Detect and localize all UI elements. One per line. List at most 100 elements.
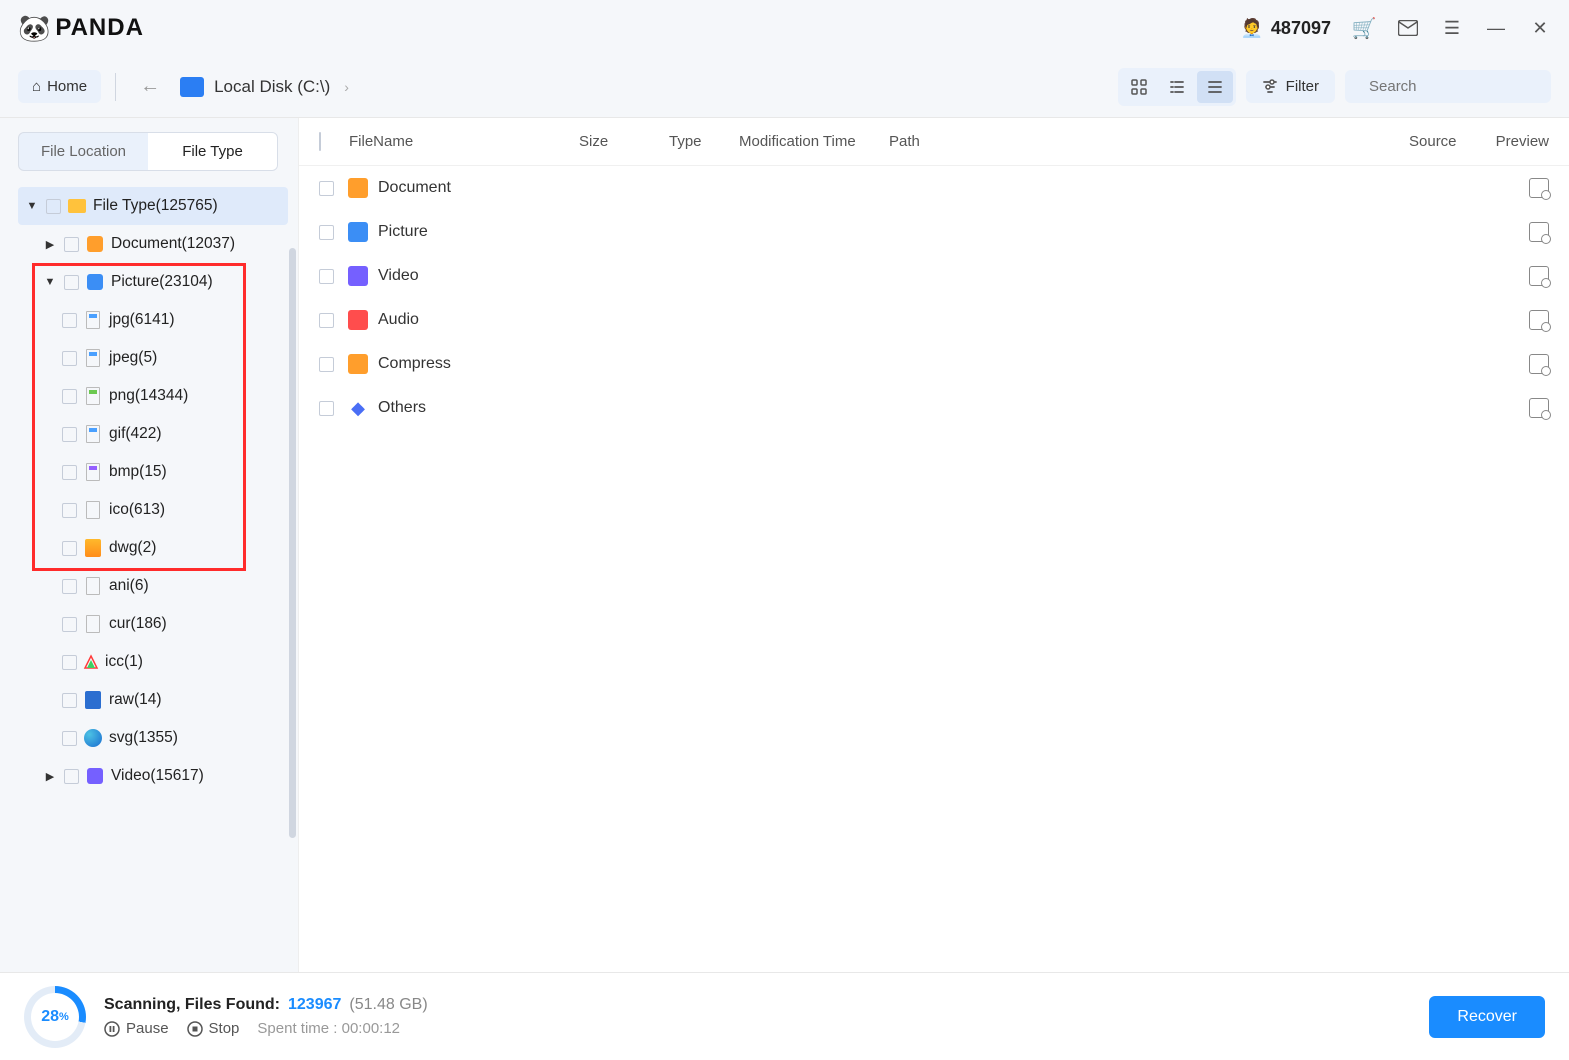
preview-button[interactable]: [1529, 354, 1549, 374]
checkbox[interactable]: [62, 427, 77, 442]
view-details-button[interactable]: [1197, 71, 1233, 103]
category-compress[interactable]: Compress: [299, 342, 1569, 386]
col-size[interactable]: Size: [579, 133, 669, 150]
select-all-checkbox[interactable]: [319, 132, 321, 151]
checkbox[interactable]: [62, 655, 77, 670]
stop-button[interactable]: Stop: [187, 1020, 240, 1037]
tree-leaf-jpg[interactable]: jpg(6141): [18, 301, 288, 339]
tree-leaf-gif[interactable]: gif(422): [18, 415, 288, 453]
tab-file-location[interactable]: File Location: [19, 133, 148, 170]
tree-leaf-png[interactable]: png(14344): [18, 377, 288, 415]
col-filename[interactable]: FileName: [349, 133, 579, 150]
tree-leaf-jpeg[interactable]: jpeg(5): [18, 339, 288, 377]
pause-button[interactable]: Pause: [104, 1020, 169, 1037]
cart-icon[interactable]: 🛒: [1353, 17, 1375, 39]
view-list-button[interactable]: [1159, 71, 1195, 103]
filter-button[interactable]: Filter: [1246, 70, 1335, 103]
checkbox[interactable]: [64, 769, 79, 784]
home-button[interactable]: ⌂ Home: [18, 70, 101, 103]
document-icon: [85, 234, 105, 254]
search-input[interactable]: [1369, 78, 1568, 95]
checkbox[interactable]: [319, 269, 334, 284]
col-source[interactable]: Source: [1409, 133, 1489, 150]
tree-leaf-svg[interactable]: svg(1355): [18, 719, 288, 757]
tree-label: bmp(15): [109, 463, 167, 481]
recover-button[interactable]: Recover: [1429, 996, 1545, 1038]
checkbox[interactable]: [62, 579, 77, 594]
filter-label: Filter: [1286, 78, 1319, 95]
category-label: Others: [378, 399, 426, 417]
category-label: Audio: [378, 311, 419, 329]
checkbox[interactable]: [319, 313, 334, 328]
layers-icon: ◆: [348, 398, 368, 418]
checkbox[interactable]: [319, 181, 334, 196]
category-others[interactable]: ◆ Others: [299, 386, 1569, 430]
back-button[interactable]: ←: [130, 69, 170, 104]
preview-button[interactable]: [1529, 310, 1549, 330]
panda-icon: 🐼: [18, 13, 51, 44]
breadcrumb[interactable]: Local Disk (C:\) ›: [180, 77, 349, 97]
caret-right-icon[interactable]: ▶: [42, 238, 58, 251]
col-type[interactable]: Type: [669, 133, 739, 150]
caret-right-icon[interactable]: ▶: [42, 770, 58, 783]
checkbox[interactable]: [64, 237, 79, 252]
checkbox[interactable]: [62, 313, 77, 328]
tab-file-type[interactable]: File Type: [148, 133, 277, 170]
category-video[interactable]: Video: [299, 254, 1569, 298]
checkbox[interactable]: [62, 389, 77, 404]
checkbox[interactable]: [62, 617, 77, 632]
caret-down-icon[interactable]: ▼: [42, 276, 58, 288]
category-picture[interactable]: Picture: [299, 210, 1569, 254]
checkbox[interactable]: [64, 275, 79, 290]
checkbox[interactable]: [319, 225, 334, 240]
caret-down-icon[interactable]: ▼: [24, 200, 40, 212]
user-badge[interactable]: 🧑‍💼 487097: [1241, 18, 1332, 39]
file-icon: [83, 348, 103, 368]
tree-node-picture[interactable]: ▼ Picture(23104): [18, 263, 288, 301]
checkbox[interactable]: [62, 693, 77, 708]
tree-leaf-dwg[interactable]: dwg(2): [18, 529, 288, 567]
checkbox[interactable]: [319, 357, 334, 372]
tree-leaf-raw[interactable]: raw(14): [18, 681, 288, 719]
col-path[interactable]: Path: [889, 133, 1409, 150]
preview-button[interactable]: [1529, 266, 1549, 286]
audio-icon: [348, 310, 368, 330]
close-icon[interactable]: ✕: [1529, 17, 1551, 39]
tree-label: Document(12037): [111, 235, 235, 253]
search-box[interactable]: [1345, 70, 1551, 103]
tree-leaf-ani[interactable]: ani(6): [18, 567, 288, 605]
checkbox[interactable]: [62, 465, 77, 480]
preview-button[interactable]: [1529, 222, 1549, 242]
picture-icon: [348, 222, 368, 242]
category-document[interactable]: Document: [299, 166, 1569, 210]
view-grid-button[interactable]: [1121, 71, 1157, 103]
scrollbar-thumb[interactable]: [289, 248, 296, 838]
tree-node-video[interactable]: ▶ Video(15617): [18, 757, 288, 795]
checkbox[interactable]: [62, 351, 77, 366]
tree-leaf-icc[interactable]: icc(1): [18, 643, 288, 681]
checkbox[interactable]: [62, 731, 77, 746]
tree-leaf-cur[interactable]: cur(186): [18, 605, 288, 643]
checkbox[interactable]: [46, 199, 61, 214]
col-preview[interactable]: Preview: [1489, 133, 1549, 150]
tree-root-filetype[interactable]: ▼ File Type(125765): [18, 187, 288, 225]
mail-icon[interactable]: [1397, 17, 1419, 39]
tree-label: dwg(2): [109, 539, 156, 557]
category-audio[interactable]: Audio: [299, 298, 1569, 342]
tree-label: svg(1355): [109, 729, 178, 747]
tree-label: cur(186): [109, 615, 167, 633]
checkbox[interactable]: [62, 503, 77, 518]
tree-node-document[interactable]: ▶ Document(12037): [18, 225, 288, 263]
tree-leaf-bmp[interactable]: bmp(15): [18, 453, 288, 491]
checkbox[interactable]: [319, 401, 334, 416]
menu-icon[interactable]: ☰: [1441, 17, 1463, 39]
checkbox[interactable]: [62, 541, 77, 556]
video-icon: [85, 766, 105, 786]
file-icon: [83, 614, 103, 634]
tree-leaf-ico[interactable]: ico(613): [18, 491, 288, 529]
toolbar: ⌂ Home ← Local Disk (C:\) › Filter: [0, 56, 1569, 118]
preview-button[interactable]: [1529, 398, 1549, 418]
minimize-icon[interactable]: —: [1485, 17, 1507, 39]
col-modification[interactable]: Modification Time: [739, 133, 889, 150]
preview-button[interactable]: [1529, 178, 1549, 198]
